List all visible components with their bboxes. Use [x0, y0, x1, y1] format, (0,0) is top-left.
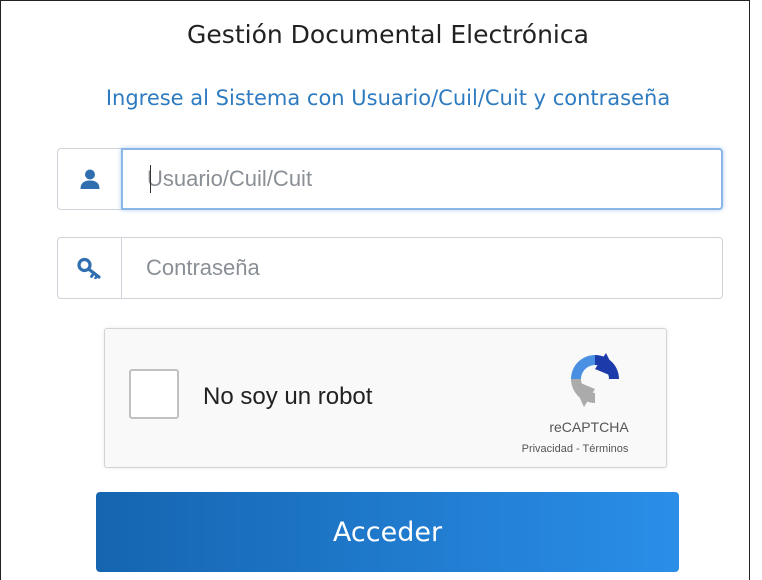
username-addon [57, 148, 121, 210]
recaptcha-terms-link[interactable]: Términos [583, 443, 629, 455]
recaptcha-label: No soy un robot [203, 383, 373, 410]
recaptcha-brand: reCAPTCHA [549, 419, 629, 435]
user-icon [80, 169, 99, 189]
login-instructions: Ingrese al Sistema con Usuario/Cuil/Cuit… [105, 86, 671, 110]
password-input[interactable] [121, 237, 723, 299]
recaptcha-links: Privacidad - Términos [495, 443, 655, 455]
login-submit-button[interactable]: Acceder [96, 492, 679, 572]
recaptcha-checkbox[interactable] [129, 369, 179, 419]
page-title: Gestión Documental Electrónica [187, 20, 589, 49]
recaptcha-logo-icon [571, 353, 619, 407]
username-group [57, 148, 723, 210]
text-caret [150, 165, 151, 193]
recaptcha-widget: No soy un robot reCAPTCHA Privacidad - T… [104, 328, 667, 468]
key-icon [76, 257, 101, 279]
password-addon [57, 237, 121, 299]
recaptcha-privacy-link[interactable]: Privacidad [522, 443, 573, 455]
username-input[interactable] [121, 148, 723, 210]
password-group [57, 237, 723, 299]
recaptcha-links-separator: - [572, 443, 583, 455]
